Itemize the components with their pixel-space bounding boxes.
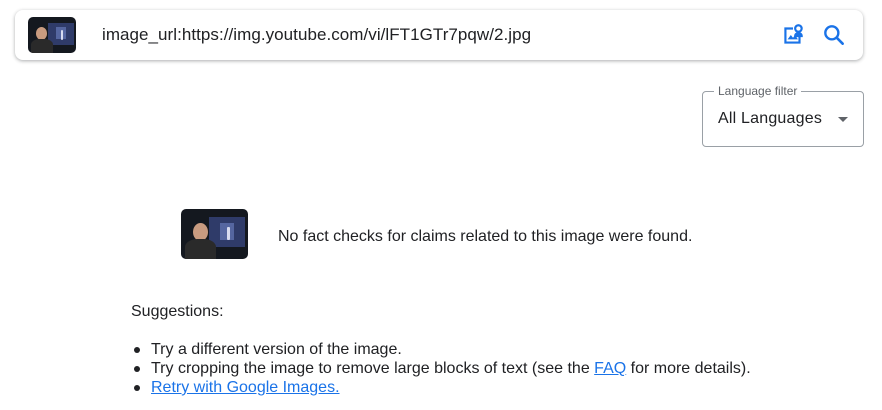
search-query-text[interactable]: image_url:https://img.youtube.com/vi/lFT… — [102, 25, 531, 45]
language-filter-value[interactable]: All Languages — [718, 110, 822, 128]
suggestions-heading: Suggestions: — [131, 303, 224, 320]
suggestion-text: for more details). — [626, 360, 751, 377]
suggestion-text: Try cropping the image to remove large b… — [151, 360, 595, 377]
language-filter-label: Language filter — [714, 84, 802, 98]
list-item: Try cropping the image to remove large b… — [131, 359, 751, 378]
search-bar[interactable]: image_url:https://img.youtube.com/vi/lFT… — [15, 10, 863, 60]
suggestion-text: Try a different version of the image. — [151, 341, 402, 358]
query-image-thumbnail — [28, 17, 76, 53]
faq-link[interactable]: FAQ — [594, 360, 626, 377]
list-item: Try a different version of the image. — [131, 340, 751, 359]
caret-down-icon[interactable] — [838, 117, 848, 122]
retry-google-images-link[interactable]: Retry with Google Images. — [151, 379, 340, 396]
suggestions-list: Try a different version of the image. Tr… — [131, 340, 751, 397]
language-filter-select[interactable]: Language filter All Languages — [702, 84, 864, 147]
result-image-thumbnail — [181, 209, 248, 259]
list-item: Retry with Google Images. — [131, 378, 751, 397]
no-results-message: No fact checks for claims related to thi… — [278, 228, 693, 245]
image-search-icon[interactable] — [780, 22, 806, 48]
search-icon[interactable] — [821, 22, 847, 48]
